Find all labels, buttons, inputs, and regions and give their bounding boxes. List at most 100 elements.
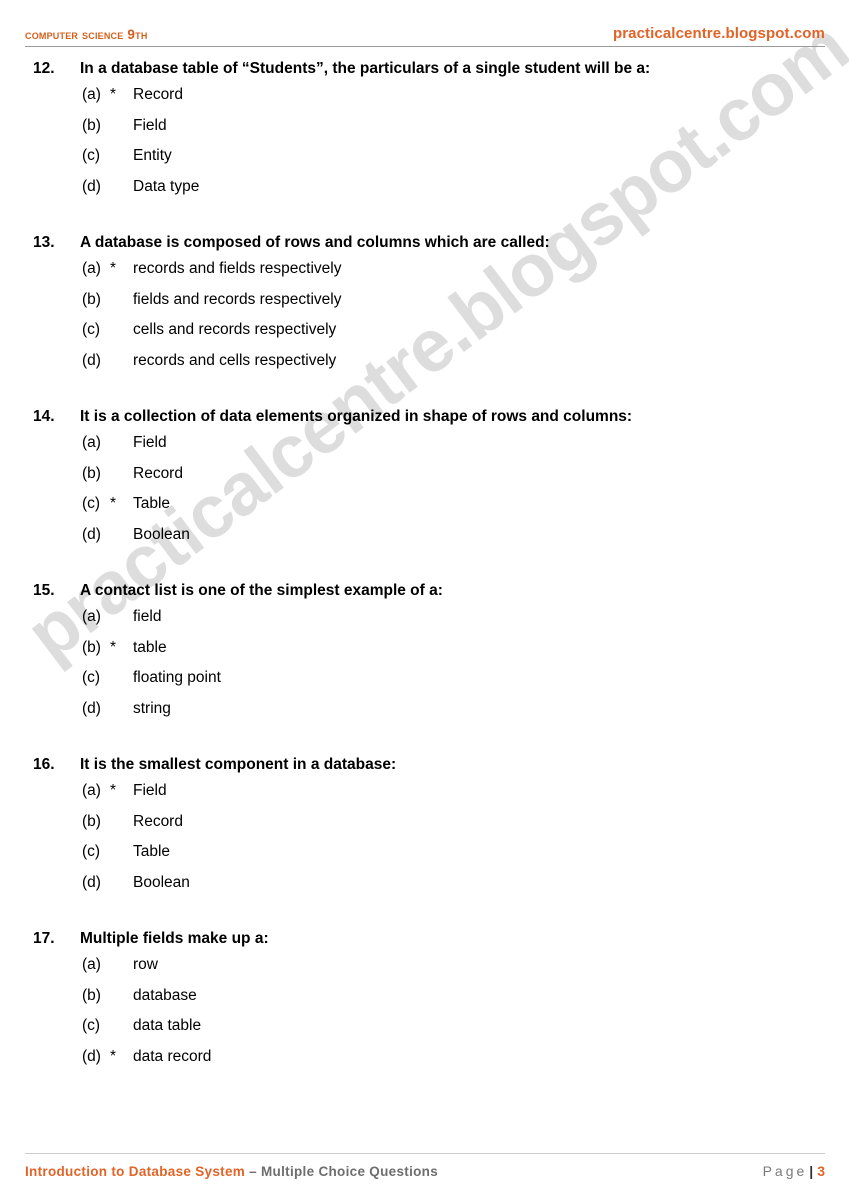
option-text: table [133, 638, 167, 656]
option-letter: (b) [82, 116, 101, 134]
option-text: Record [133, 812, 183, 830]
question-number: 12. [33, 60, 55, 77]
option-row[interactable]: (a) * records and fields respectively [0, 257, 849, 288]
correct-answer-marker-icon: * [110, 638, 117, 656]
option-row[interactable]: (b) * table [0, 636, 849, 667]
question-row: 12. In a database table of “Students”, th… [0, 58, 849, 79]
option-letter: (d) [82, 699, 101, 717]
document-page: practicalcentre.blogspot.com Computer Sc… [0, 0, 849, 1202]
footer-divider [25, 1153, 825, 1154]
option-row[interactable]: (a) * Field [0, 779, 849, 810]
correct-answer-marker-icon: * [110, 86, 117, 103]
option-letter: (c) [82, 843, 101, 860]
question-number: 16. [33, 756, 55, 773]
option-letter: (d) [82, 351, 101, 369]
option-letter: (b) [82, 986, 101, 1004]
option-text: Record [133, 86, 183, 103]
option-row[interactable]: (a) field [0, 605, 849, 636]
option-letter: (d) [82, 525, 101, 543]
page-number-value: 3 [817, 1163, 825, 1179]
option-row[interactable]: (c) data table [0, 1014, 849, 1045]
option-row[interactable]: (d) records and cells respectively [0, 349, 849, 380]
option-text: Data type [133, 177, 200, 195]
question-row: 16. It is the smallest component in a dat… [0, 754, 849, 775]
option-row[interactable]: (a) * Record [0, 83, 849, 114]
option-text: Entity [133, 147, 172, 164]
option-row[interactable]: (a) row [0, 953, 849, 984]
question-text: A contact list is one of the simplest ex… [80, 582, 443, 599]
option-letter: (b) [82, 638, 101, 656]
option-row[interactable]: (c) Entity [0, 144, 849, 175]
question-text: It is the smallest component in a databa… [80, 756, 397, 773]
option-row[interactable]: (a) Field [0, 431, 849, 462]
option-row[interactable]: (d) Boolean [0, 523, 849, 554]
option-text: records and cells respectively [133, 351, 337, 369]
correct-answer-marker-icon: * [110, 495, 117, 512]
option-text: records and fields respectively [133, 260, 342, 277]
option-row[interactable]: (b) database [0, 984, 849, 1015]
questions-container: 12. In a database table of “Students”, th… [0, 58, 849, 1102]
page-header: Computer Science 9th practicalcentre.blo… [25, 26, 825, 41]
question-block: 12. In a database table of “Students”, th… [0, 58, 849, 205]
option-text: Table [133, 495, 171, 512]
option-letter: (c) [82, 1017, 101, 1034]
header-site-url: practicalcentre.blogspot.com [612, 25, 825, 42]
option-letter: (c) [82, 669, 101, 686]
option-row[interactable]: (b) Field [0, 114, 849, 145]
option-row[interactable]: (d) Data type [0, 175, 849, 206]
option-text: data record [133, 1047, 212, 1065]
header-subject-title: Computer Science 9th [25, 26, 148, 42]
page-number-group: Page | 3 [763, 1162, 825, 1180]
option-text: string [133, 699, 171, 717]
correct-answer-marker-icon: * [110, 260, 117, 277]
option-letter: (a) [82, 434, 101, 451]
option-letter: (a) [82, 782, 101, 799]
option-letter: (b) [82, 464, 101, 482]
option-letter: (d) [82, 1047, 101, 1065]
question-number: 17. [33, 930, 55, 947]
option-letter: (c) [82, 147, 101, 164]
question-text: Multiple fields make up a: [80, 930, 269, 947]
option-letter: (d) [82, 177, 101, 195]
page-footer: Introduction to Database System – Multip… [25, 1162, 825, 1181]
option-letter: (b) [82, 290, 101, 308]
option-row[interactable]: (b) Record [0, 810, 849, 841]
option-text: floating point [133, 669, 221, 686]
option-row[interactable]: (c) * Table [0, 492, 849, 523]
question-block: 15. A contact list is one of the simplest… [0, 580, 849, 727]
option-text: data table [133, 1017, 202, 1034]
page-label: Page [762, 1163, 808, 1179]
correct-answer-marker-icon: * [110, 782, 117, 799]
question-text: In a database table of “Students”, the p… [80, 60, 651, 77]
question-number: 14. [33, 408, 55, 425]
correct-answer-marker-icon: * [110, 1047, 117, 1065]
option-row[interactable]: (c) Table [0, 840, 849, 871]
option-row[interactable]: (c) cells and records respectively [0, 318, 849, 349]
option-text: row [133, 956, 158, 973]
option-letter: (a) [82, 608, 101, 625]
question-text: A database is composed of rows and colum… [80, 234, 550, 251]
footer-chapter-subtitle: – Multiple Choice Questions [245, 1164, 439, 1179]
question-number: 15. [33, 582, 55, 599]
option-text: field [133, 608, 162, 625]
option-row[interactable]: (d) * data record [0, 1045, 849, 1076]
option-row[interactable]: (c) floating point [0, 666, 849, 697]
option-row[interactable]: (d) Boolean [0, 871, 849, 902]
option-text: Field [133, 116, 167, 134]
option-row[interactable]: (b) Record [0, 462, 849, 493]
question-row: 17. Multiple fields make up a: [0, 928, 849, 949]
option-row[interactable]: (d) string [0, 697, 849, 728]
question-row: 13. A database is composed of rows and co… [0, 232, 849, 253]
question-row: 15. A contact list is one of the simplest… [0, 580, 849, 601]
option-letter: (b) [82, 812, 101, 830]
question-block: 13. A database is composed of rows and co… [0, 232, 849, 379]
option-row[interactable]: (b) fields and records respectively [0, 288, 849, 319]
question-number: 13. [33, 234, 55, 251]
option-text: database [133, 986, 197, 1004]
option-letter: (a) [82, 956, 101, 973]
option-text: Table [133, 843, 171, 860]
option-text: Boolean [133, 873, 190, 891]
option-text: cells and records respectively [133, 321, 337, 338]
option-letter: (c) [82, 321, 101, 338]
page-separator-icon: | [809, 1163, 814, 1179]
